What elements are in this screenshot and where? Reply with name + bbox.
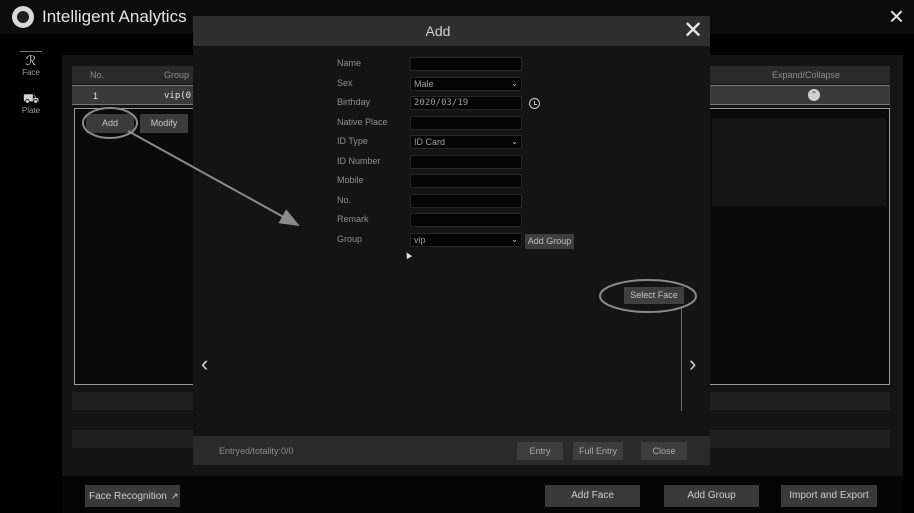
- chevron-right-icon[interactable]: ›: [689, 351, 696, 377]
- chevron-left-icon[interactable]: ‹: [201, 351, 208, 377]
- mobile-field[interactable]: [410, 174, 522, 188]
- face-icon: ℛ: [25, 53, 37, 68]
- add-group-button[interactable]: Add Group: [664, 485, 759, 507]
- id-type-label: ID Type: [337, 136, 368, 146]
- id-type-value: ID Card: [414, 137, 446, 147]
- sex-select[interactable]: Male ⌄: [410, 77, 522, 91]
- sex-value: Male: [414, 79, 434, 89]
- import-export-button[interactable]: Import and Export: [781, 485, 877, 507]
- dialog-footer: Entryed/totality:0/0 Entry Full Entry Cl…: [193, 436, 710, 465]
- external-link-icon: ↗: [170, 491, 179, 501]
- group-label: Group: [337, 234, 363, 244]
- face-grid-area: [712, 118, 886, 206]
- group-value: vip: [414, 235, 426, 245]
- sidebar-item-label: Face: [22, 68, 40, 77]
- birthday-label: Birthday: [337, 97, 371, 107]
- row-no: 1: [93, 91, 99, 101]
- collapse-icon[interactable]: ⌃: [808, 89, 820, 101]
- chevron-down-icon: ⌄: [511, 235, 518, 244]
- divider: [681, 306, 682, 411]
- no-field[interactable]: [410, 194, 522, 208]
- no-label: No.: [337, 195, 352, 205]
- face-recognition-label: Face Recognition: [89, 491, 167, 502]
- sidebar-item-label: Plate: [21, 106, 41, 115]
- sidebar-item-plate[interactable]: ⛟ Plate: [0, 91, 62, 116]
- remark-label: Remark: [337, 214, 369, 224]
- dialog-body: Name Sex Male ⌄ Birthday 2020/03/19 Nati…: [193, 46, 710, 436]
- close-icon[interactable]: ✕: [683, 17, 703, 45]
- group-select[interactable]: vip ⌄: [410, 233, 522, 247]
- row-group: vip(0): [164, 91, 197, 101]
- select-face-button[interactable]: Select Face: [624, 287, 684, 304]
- add-face-button[interactable]: Add Face: [545, 485, 640, 507]
- clock-icon[interactable]: [529, 98, 540, 109]
- id-number-label: ID Number: [337, 156, 381, 166]
- mobile-label: Mobile: [337, 175, 364, 185]
- add-dialog: Add ✕ Name Sex Male ⌄ Birthday 2020/03/1…: [193, 16, 710, 465]
- remark-field[interactable]: [410, 213, 522, 227]
- id-number-field[interactable]: [410, 155, 522, 169]
- side-nav: ℛ Face ⛟ Plate: [0, 34, 62, 513]
- app-close-icon[interactable]: ×: [889, 2, 904, 30]
- column-header-group: Group: [164, 70, 190, 80]
- modify-button[interactable]: Modify: [140, 114, 188, 133]
- chevron-down-icon: ⌄: [511, 137, 518, 146]
- face-recognition-button[interactable]: Face Recognition ↗: [85, 485, 180, 507]
- add-group-inline-button[interactable]: Add Group: [525, 234, 574, 249]
- dialog-title: Add: [425, 23, 451, 39]
- name-label: Name: [337, 58, 362, 68]
- column-header-no: No.: [90, 70, 105, 80]
- sex-label: Sex: [337, 78, 353, 88]
- full-entry-button[interactable]: Full Entry: [573, 442, 623, 460]
- sidebar-item-face[interactable]: ℛ Face: [0, 51, 62, 77]
- app-title: Intelligent Analytics: [42, 7, 187, 26]
- bottom-bar: [62, 476, 903, 513]
- id-type-select[interactable]: ID Card ⌄: [410, 135, 522, 149]
- chevron-down-icon: ⌄: [511, 79, 518, 88]
- entry-status: Entryed/totality:0/0: [219, 446, 294, 456]
- dialog-header: Add ✕: [193, 16, 710, 46]
- close-button[interactable]: Close: [641, 442, 687, 460]
- native-place-field[interactable]: [410, 116, 522, 130]
- add-button[interactable]: Add: [86, 114, 134, 133]
- birthday-field[interactable]: 2020/03/19: [410, 96, 522, 110]
- entry-button[interactable]: Entry: [517, 442, 563, 460]
- native-place-label: Native Place: [337, 117, 388, 127]
- app-logo-icon: [12, 6, 34, 28]
- column-header-expand: Expand/Collapse: [772, 70, 841, 80]
- car-icon: ⛟: [22, 91, 40, 106]
- name-field[interactable]: [410, 57, 522, 71]
